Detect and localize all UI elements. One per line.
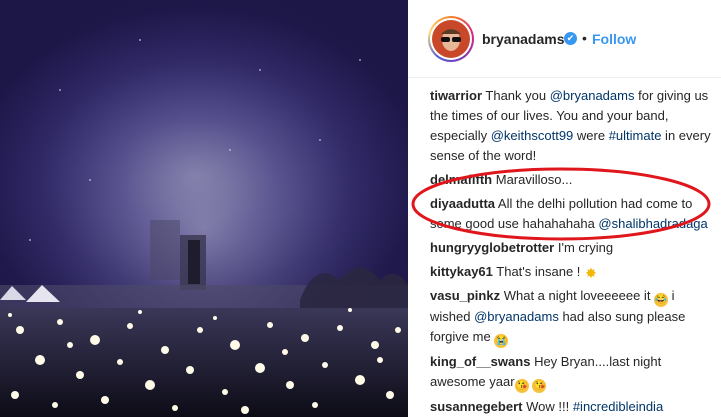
cry-emoji-icon: 😭 [494,334,509,348]
comment-username[interactable]: king_of__swans [430,354,530,369]
comment-username[interactable]: diyaadutta [430,196,495,211]
post-header: bryanadams ✔ • Follow [408,0,721,78]
post-details-panel: bryanadams ✔ • Follow tiwarrior Thank yo… [408,0,721,417]
kiss-emoji-icon: 😘 [532,379,547,393]
post-username[interactable]: bryanadams [482,31,564,47]
comment-username[interactable]: susannegebert [430,399,522,414]
comment-text: Maravilloso... [495,172,573,187]
mention-link[interactable]: @bryanadams [474,309,559,324]
comment-text: were [573,128,609,143]
comment-username[interactable]: kittykay61 [430,264,493,279]
comment-username[interactable]: vasu_pinkz [430,288,500,303]
avatar[interactable] [428,16,474,62]
follow-button[interactable]: Follow [592,31,636,47]
comment-text: Thank you [485,88,550,103]
comment-text: I'm crying [557,240,614,255]
comment-text: That's insane ! [496,264,585,279]
burst-emoji-icon: ✸ [585,265,597,281]
post-photo[interactable] [0,0,408,417]
comment-item: delmafifth Maravilloso... [430,170,716,190]
comment-item: diyaadutta All the delhi pollution had c… [430,194,716,234]
comments-list: tiwarrior Thank you @bryanadams for givi… [430,86,716,417]
mention-link[interactable]: @keithscott99 [491,128,574,143]
mention-link[interactable]: @shalibhadradaga [598,216,707,231]
comment-item: susannegebert Wow !!! #incredibleindia [430,397,716,417]
comment-item: tiwarrior Thank you @bryanadams for givi… [430,86,716,166]
comment-username[interactable]: tiwarrior [430,88,482,103]
comment-text: What a night loveeeeee it [503,288,655,303]
comment-item: king_of__swans Hey Bryan....last night a… [430,352,716,393]
kiss-emoji-icon: 😘 [514,379,529,393]
mention-link[interactable]: #incredibleindia [573,399,663,414]
mention-link[interactable]: #ultimate [609,128,662,143]
comment-item: kittykay61 That's insane ! ✸ [430,262,716,282]
header-separator: • [582,30,587,46]
verified-badge-icon: ✔ [564,32,577,45]
comment-username[interactable]: hungryyglobetrotter [430,240,554,255]
profile-picture [432,20,470,58]
comment-username[interactable]: delmafifth [430,172,492,187]
mention-link[interactable]: @bryanadams [550,88,635,103]
comment-text: Wow !!! [526,399,573,414]
comment-item: vasu_pinkz What a night loveeeeee it 😂 i… [430,286,716,348]
joy-emoji-icon: 😂 [654,293,669,307]
comment-item: hungryyglobetrotter I'm crying [430,238,716,258]
